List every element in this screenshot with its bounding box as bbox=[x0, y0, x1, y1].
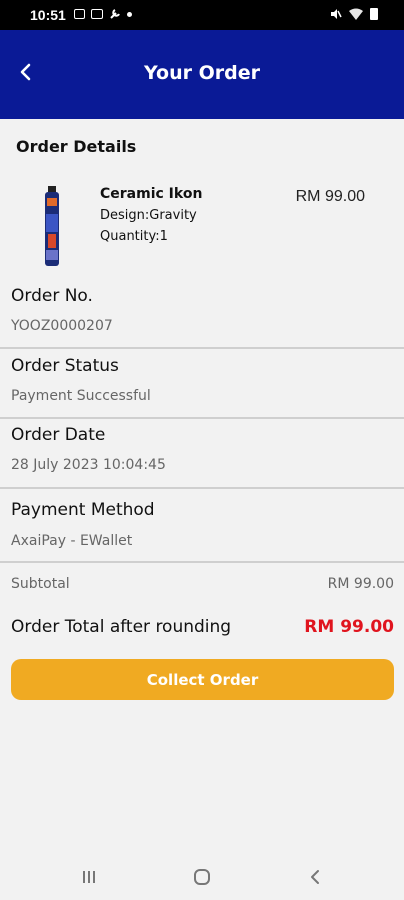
product-price: RM 99.00 bbox=[295, 188, 365, 205]
divider bbox=[0, 417, 404, 419]
divider bbox=[0, 487, 404, 489]
home-button[interactable] bbox=[187, 864, 217, 890]
payment-method-label: Payment Method bbox=[11, 500, 155, 520]
product-image bbox=[45, 186, 59, 266]
system-navigation-bar bbox=[0, 850, 404, 900]
order-status-label: Order Status bbox=[11, 356, 119, 376]
order-details-title: Order Details bbox=[16, 137, 137, 156]
card-notification-icon bbox=[91, 9, 103, 19]
subtotal-label: Subtotal bbox=[11, 576, 70, 592]
battery-icon bbox=[370, 8, 378, 20]
recent-apps-button[interactable] bbox=[74, 864, 104, 890]
wrench-icon bbox=[110, 9, 120, 19]
home-icon bbox=[194, 869, 210, 885]
status-notification-icons bbox=[74, 8, 132, 20]
divider bbox=[0, 347, 404, 349]
app-bar: Your Order bbox=[0, 30, 404, 119]
page-title: Your Order bbox=[144, 62, 260, 84]
order-status-value: Payment Successful bbox=[11, 388, 151, 404]
subtotal-value: RM 99.00 bbox=[327, 576, 394, 592]
recent-apps-icon bbox=[83, 871, 95, 883]
order-date-label: Order Date bbox=[11, 425, 106, 445]
collect-order-button[interactable]: Collect Order bbox=[11, 659, 394, 700]
order-no-label: Order No. bbox=[11, 286, 93, 306]
back-icon bbox=[311, 870, 319, 884]
payment-method-value: AxaiPay - EWallet bbox=[11, 533, 133, 549]
wifi-icon bbox=[349, 8, 363, 20]
image-notification-icon bbox=[74, 9, 85, 19]
product-quantity: Quantity:1 bbox=[100, 229, 168, 244]
order-total-value: RM 99.00 bbox=[304, 617, 394, 637]
status-bar: 10:51 bbox=[0, 0, 404, 30]
product-name: Ceramic Ikon bbox=[100, 186, 203, 202]
order-no-value: YOOZ0000207 bbox=[11, 318, 113, 334]
order-total-label: Order Total after rounding bbox=[11, 617, 232, 637]
product-design: Design:Gravity bbox=[100, 208, 197, 223]
mute-icon bbox=[331, 9, 342, 19]
status-time: 10:51 bbox=[30, 7, 66, 23]
status-system-icons bbox=[330, 8, 378, 20]
back-nav-button[interactable] bbox=[300, 864, 330, 890]
dot-icon bbox=[127, 11, 132, 17]
divider bbox=[0, 561, 404, 563]
order-date-value: 28 July 2023 10:04:45 bbox=[11, 457, 166, 473]
